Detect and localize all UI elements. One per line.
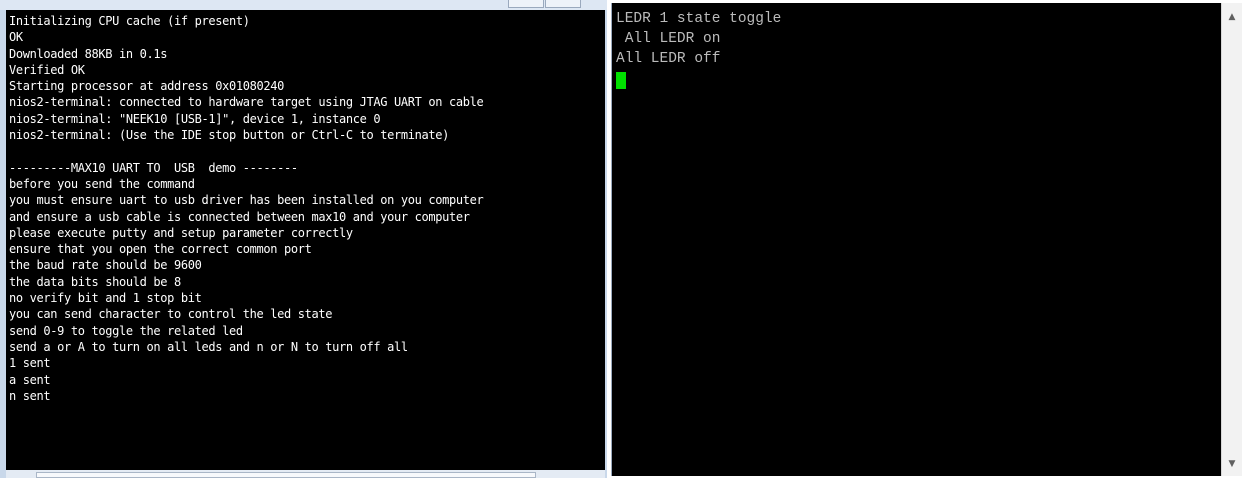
terminal-line: send a or A to turn on all leds and n or… [9,339,408,354]
terminal-line: please execute putty and setup parameter… [9,225,353,240]
terminal-cursor [616,72,626,89]
terminal-line: All LEDR on [616,30,721,47]
left-window-top-edge [0,0,607,10]
terminal-line: nios2-terminal: (Use the IDE stop button… [9,128,449,143]
terminal-line: ensure that you open the correct common … [9,242,312,257]
terminal-line: All LEDR off [616,50,721,67]
terminal-line: n sent [9,388,51,403]
scroll-down-arrow-icon[interactable]: ▼ [1222,454,1242,474]
terminal-line: a sent [9,372,51,387]
terminal-line: Downloaded 88KB in 0.1s [9,46,168,61]
terminal-line: you can send character to control the le… [9,307,333,322]
nios2-terminal-output: Initializing CPU cache (if present) OK D… [9,13,484,404]
terminal-line: and ensure a usb cable is connected betw… [9,209,470,224]
terminal-line: Starting processor at address 0x01080240 [9,79,284,94]
terminal-line: Verified OK [9,62,85,77]
terminal-line: the baud rate should be 9600 [9,258,202,273]
putty-terminal-output: LEDR 1 state toggle All LEDR on All LEDR… [616,10,781,69]
nios2-terminal-console[interactable]: Initializing CPU cache (if present) OK D… [6,10,605,470]
terminal-line: the data bits should be 8 [9,274,181,289]
terminal-line: 1 sent [9,356,51,371]
terminal-line: nios2-terminal: "NEEK10 [USB-1]", device… [9,111,381,126]
terminal-line: LEDR 1 state toggle [616,11,782,27]
window-button[interactable] [508,0,544,8]
right-vertical-scrollbar[interactable]: ▲ ▼ [1221,3,1242,476]
scroll-up-arrow-icon[interactable]: ▲ [1222,7,1242,27]
terminal-line: Initializing CPU cache (if present) [9,14,250,28]
terminal-line: OK [9,30,23,45]
putty-terminal-console[interactable]: LEDR 1 state toggle All LEDR on All LEDR… [611,3,1221,476]
terminal-line: send 0-9 to toggle the related led [9,323,243,338]
terminal-line: ---------MAX10 UART TO USB demo -------- [9,160,298,175]
terminal-line: you must ensure uart to usb driver has b… [9,193,484,208]
terminal-line: before you send the command [9,176,195,191]
left-horizontal-scrollbar[interactable] [6,470,605,478]
window-button[interactable] [545,0,581,8]
left-terminal-window: Initializing CPU cache (if present) OK D… [0,0,607,478]
terminal-line: no verify bit and 1 stop bit [9,291,202,306]
left-scrollbar-thumb[interactable] [36,472,536,478]
terminal-line: nios2-terminal: connected to hardware ta… [9,95,484,110]
